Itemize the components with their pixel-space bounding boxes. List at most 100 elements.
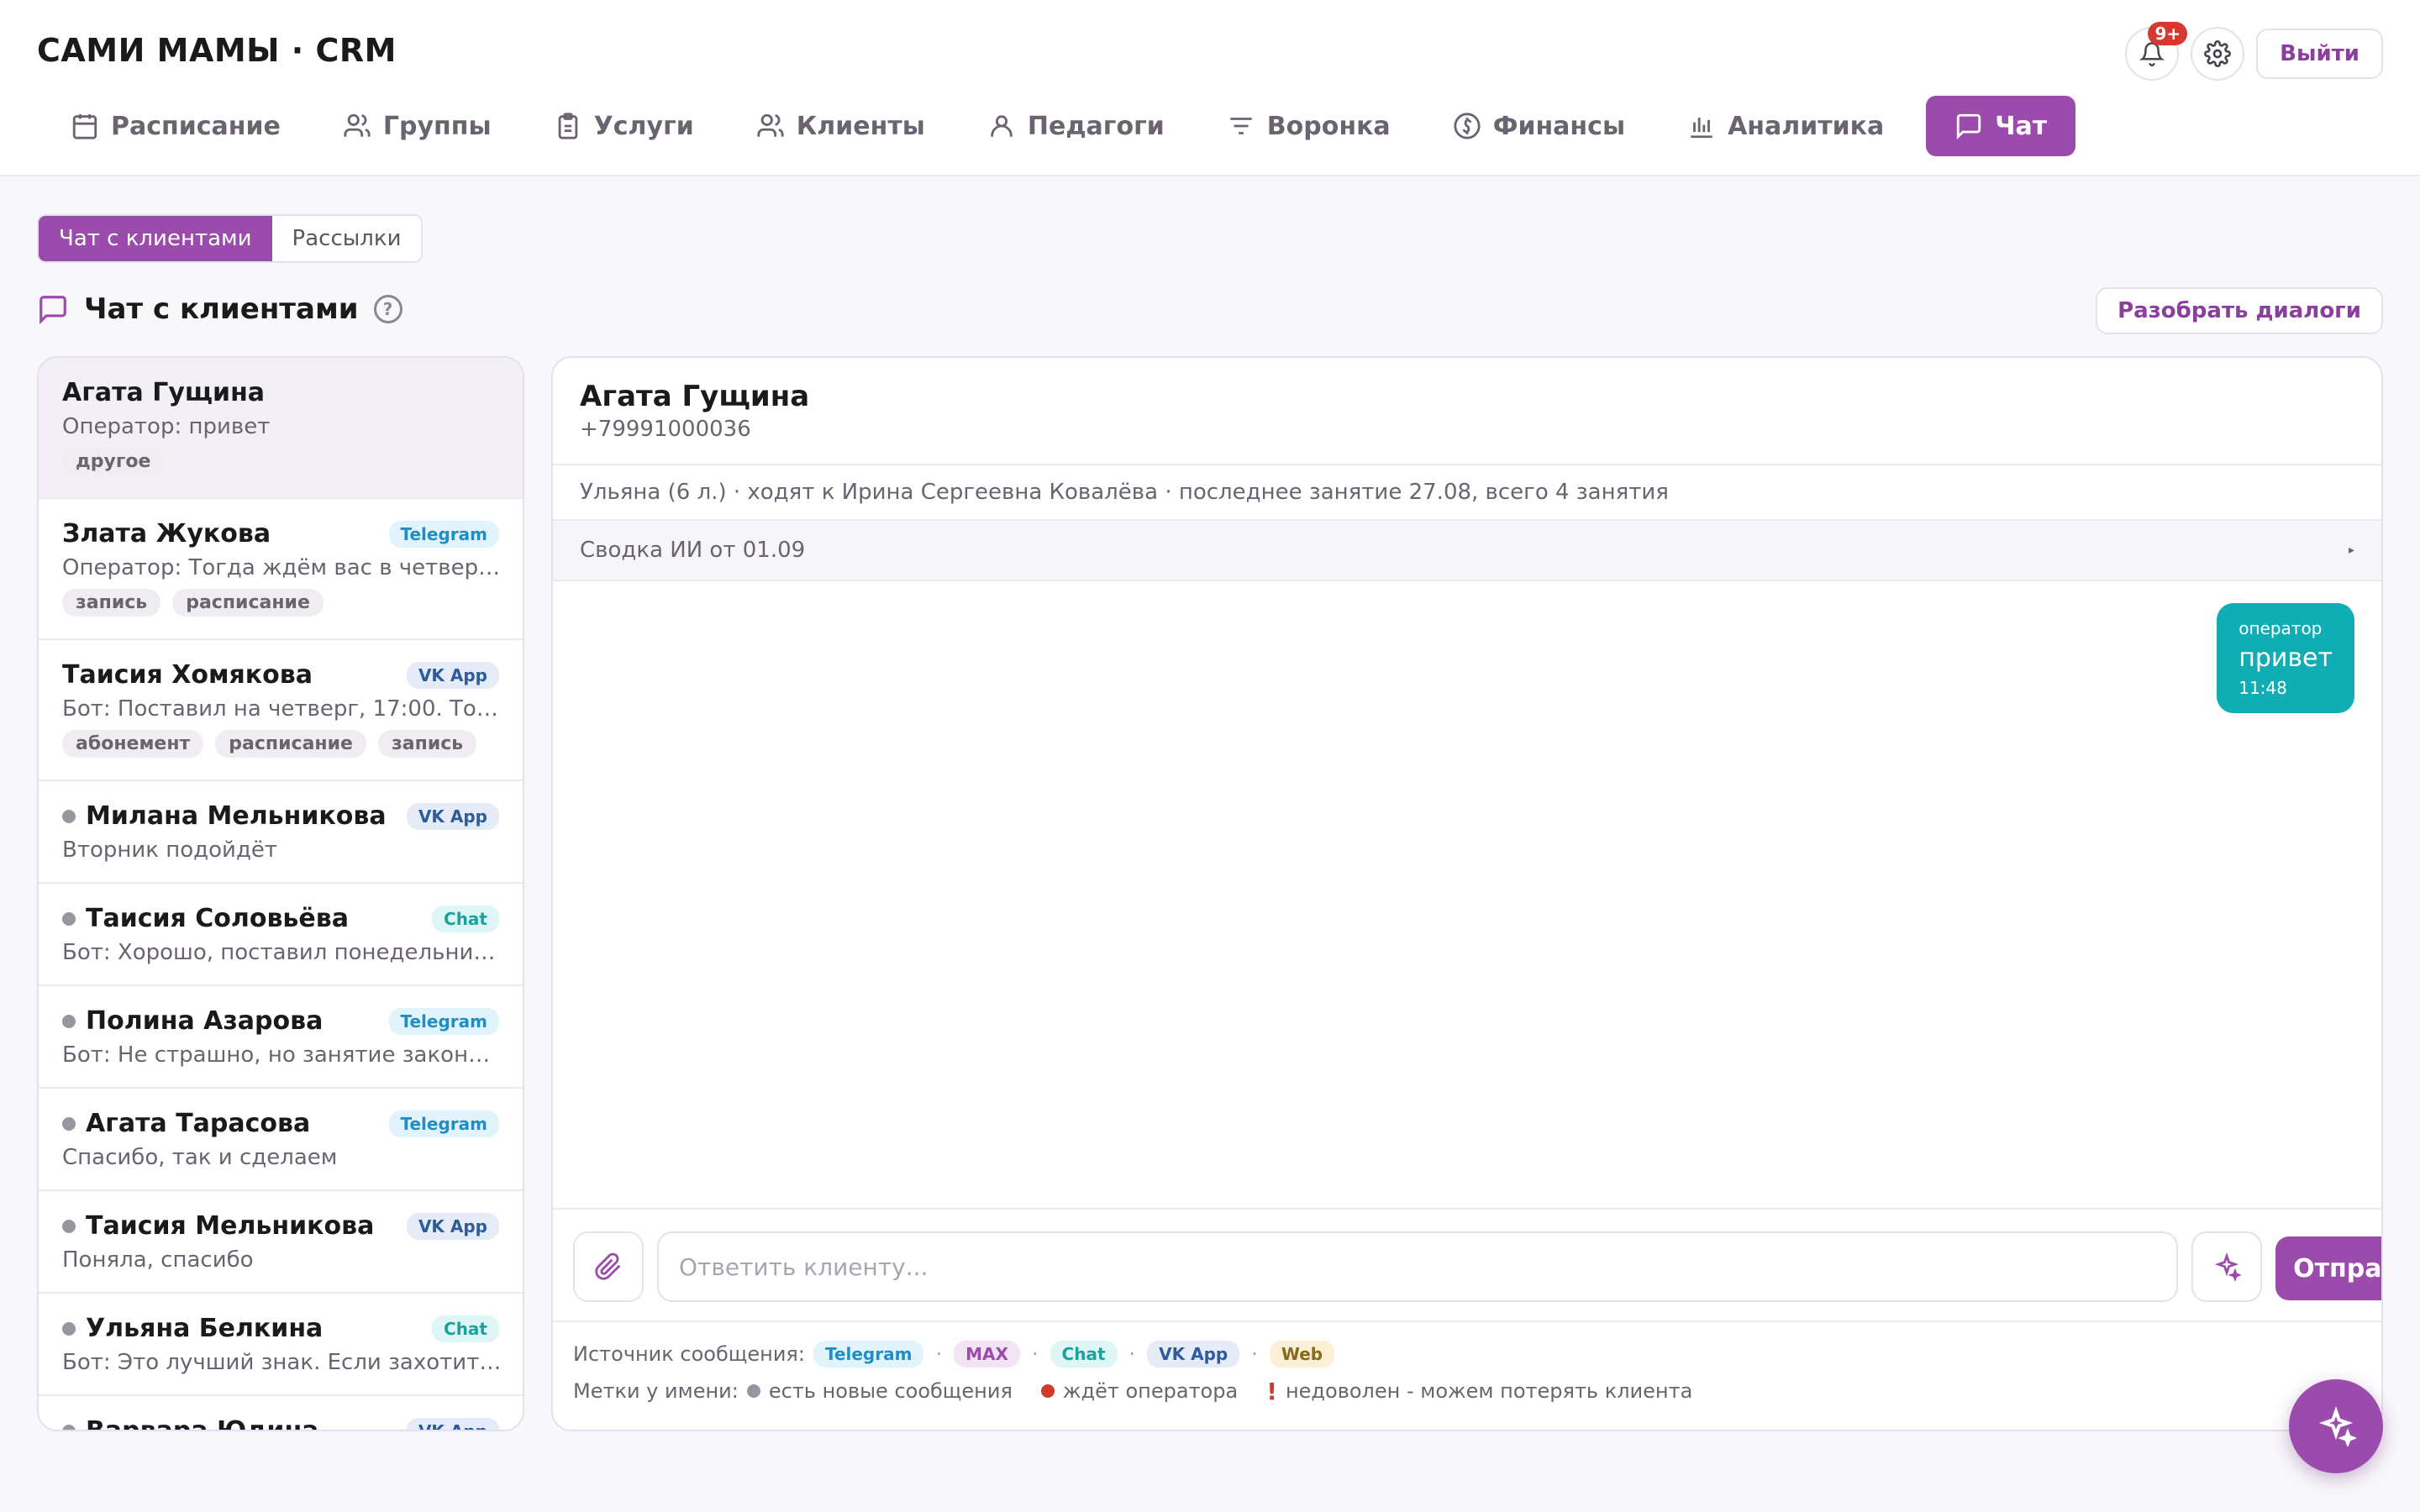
chat-icon	[39, 296, 66, 325]
nav-item-finance[interactable]: Финансы	[1433, 96, 1645, 156]
nav-label: Группы	[382, 111, 492, 141]
separator-dot: ·	[1031, 1342, 1039, 1366]
ai-summary-label: Сводка ИИ от 01.09	[580, 538, 806, 563]
send-button[interactable]: Отправить	[2275, 1236, 2381, 1300]
nav-item-teachers[interactable]: Педагоги	[967, 96, 1185, 156]
nav-label: Педагоги	[1027, 111, 1165, 141]
message-time: 11:48	[2238, 678, 2287, 698]
nav-item-clients[interactable]: Клиенты	[736, 96, 945, 156]
message-composer: Отправить	[553, 1208, 2381, 1322]
sort-dialogs-button[interactable]: Разобрать диалоги	[2096, 287, 2383, 334]
bar-chart-icon	[1691, 118, 1712, 139]
source-legend-label: Источник сообщения:	[573, 1342, 805, 1366]
last-message: Спасибо, так и сделаем	[62, 1145, 338, 1170]
contact-name: Таисия Хомякова	[62, 660, 313, 690]
list-item[interactable]: Таисия Соловьёва Chat Бот: Хорошо, поста…	[39, 884, 523, 986]
caret-right-icon: ▸	[2348, 543, 2354, 557]
message-text: привет	[2238, 643, 2333, 673]
last-message: Вторник подойдёт	[62, 837, 278, 863]
section-title: Чат с клиентами	[84, 292, 359, 326]
channel-badge: VK App	[1147, 1341, 1240, 1368]
separator-dot: ·	[1128, 1342, 1136, 1366]
contact-name: Агата Гущина	[62, 378, 266, 407]
nav-item-analytics[interactable]: Аналитика	[1667, 96, 1904, 156]
nav-label: Чат	[1995, 111, 2048, 141]
contact-name: Варвара Юдина	[86, 1416, 319, 1431]
contact-name: Милана Мельникова	[86, 801, 387, 831]
separator-dot: ·	[1251, 1342, 1258, 1366]
main-nav: Расписание Группы Услуги Клиенты Педагог…	[50, 96, 2097, 156]
list-item[interactable]: Агата Гущина Оператор: привет другое	[39, 358, 523, 499]
nav-item-groups[interactable]: Группы	[323, 96, 512, 156]
marks-legend-label: Метки у имени:	[573, 1379, 739, 1403]
logout-button[interactable]: Выйти	[2256, 29, 2383, 79]
list-item[interactable]: Таисия Хомякова VK App Бот: Поставил на …	[39, 640, 523, 781]
contact-name: Агата Тарасова	[86, 1109, 311, 1138]
ai-assist-button[interactable]	[2191, 1231, 2262, 1302]
reply-input[interactable]	[657, 1231, 2178, 1302]
tag-list: запись расписание	[62, 589, 499, 617]
new-message-dot	[62, 1321, 76, 1336]
channel-badge: Web	[1269, 1341, 1335, 1368]
channel-badge: Telegram	[813, 1341, 924, 1368]
nav-item-chat[interactable]: Чат	[1926, 96, 2076, 156]
list-item[interactable]: Злата Жукова Telegram Оператор: Тогда жд…	[39, 499, 523, 640]
channel-badge: VK App	[406, 1212, 499, 1240]
channel-badge: Telegram	[388, 1007, 499, 1035]
list-item[interactable]: Милана Мельникова VK App Вторник подойдё…	[39, 781, 523, 884]
chat-header: Агата Гущина +79991000036	[553, 358, 2381, 465]
notifications-button[interactable]: 9+	[2125, 22, 2188, 81]
chat-icon	[1957, 113, 1981, 140]
section-header: Чат с клиентами ?	[37, 292, 402, 326]
list-item[interactable]: Варвара Юдина VK App	[39, 1396, 523, 1431]
channel-badge: Chat	[432, 905, 499, 932]
tag: абонемент	[62, 730, 204, 758]
users-icon	[344, 113, 371, 137]
calendar-icon	[72, 113, 97, 139]
tab-mailings[interactable]: Рассылки	[272, 216, 422, 261]
ai-assistant-fab[interactable]	[2289, 1379, 2383, 1473]
last-message: Оператор: Тогда ждём вас в четверг в 17:…	[62, 555, 502, 580]
chat-contact-phone: +79991000036	[580, 417, 751, 442]
tab-client-chat[interactable]: Чат с клиентами	[39, 216, 272, 261]
mark-unhappy-label: недоволен - можем потерять клиента	[1285, 1379, 1693, 1403]
list-item[interactable]: Таисия Мельникова VK App Поняла, спасибо	[39, 1191, 523, 1294]
tag: другое	[62, 448, 165, 475]
last-message: Бот: Хорошо, поставил понедельник и сред…	[62, 940, 502, 965]
new-message-dot	[62, 1219, 76, 1233]
nav-item-services[interactable]: Услуги	[534, 96, 714, 156]
channel-badge: Chat	[432, 1315, 499, 1342]
last-message: Поняла, спасибо	[62, 1247, 254, 1273]
nav-label: Аналитика	[1728, 111, 1885, 141]
list-item[interactable]: Ульяна Белкина Chat Бот: Это лучший знак…	[39, 1294, 523, 1396]
attach-button[interactable]	[573, 1231, 644, 1302]
tag: расписание	[172, 589, 324, 617]
new-message-dot	[746, 1384, 760, 1398]
channel-badge: VK App	[406, 1417, 499, 1430]
sparkles-icon	[2214, 1252, 2241, 1281]
chat-panel: Агата Гущина +79991000036 Ульяна (6 л.) …	[551, 356, 2383, 1431]
channel-badge: Chat	[1050, 1341, 1118, 1368]
nav-label: Воронка	[1266, 111, 1391, 141]
last-message: Бот: Не страшно, но занятие закончится р…	[62, 1042, 502, 1068]
nav-label: Расписание	[111, 111, 281, 141]
nav-label: Услуги	[593, 111, 694, 141]
list-item[interactable]: Агата Тарасова Telegram Спасибо, так и с…	[39, 1089, 523, 1191]
message-sender: оператор	[2238, 618, 2323, 638]
sparkles-icon	[2318, 1406, 2356, 1446]
clipboard-icon	[558, 113, 577, 139]
settings-button[interactable]	[2191, 27, 2245, 81]
list-item[interactable]: Полина Азарова Telegram Бот: Не страшно,…	[39, 986, 523, 1089]
top-header: САМИ МАМЫ · CRM 9+ Выйти Расписание Груп…	[0, 0, 2420, 176]
conversation-list[interactable]: Агата Гущина Оператор: привет другое Зла…	[37, 356, 524, 1431]
message-area[interactable]: оператор привет 11:48	[553, 583, 2381, 1205]
help-icon[interactable]: ?	[373, 295, 402, 323]
contact-name: Полина Азарова	[86, 1006, 324, 1036]
nav-item-funnel[interactable]: Воронка	[1207, 96, 1411, 156]
tag-list: абонемент расписание запись	[62, 730, 499, 758]
nav-item-schedule[interactable]: Расписание	[50, 96, 301, 156]
new-message-dot	[62, 1116, 76, 1131]
paperclip-icon	[595, 1252, 621, 1280]
contact-name: Таисия Соловьёва	[86, 904, 349, 933]
ai-summary-toggle[interactable]: Сводка ИИ от 01.09 ▸	[553, 521, 2381, 581]
